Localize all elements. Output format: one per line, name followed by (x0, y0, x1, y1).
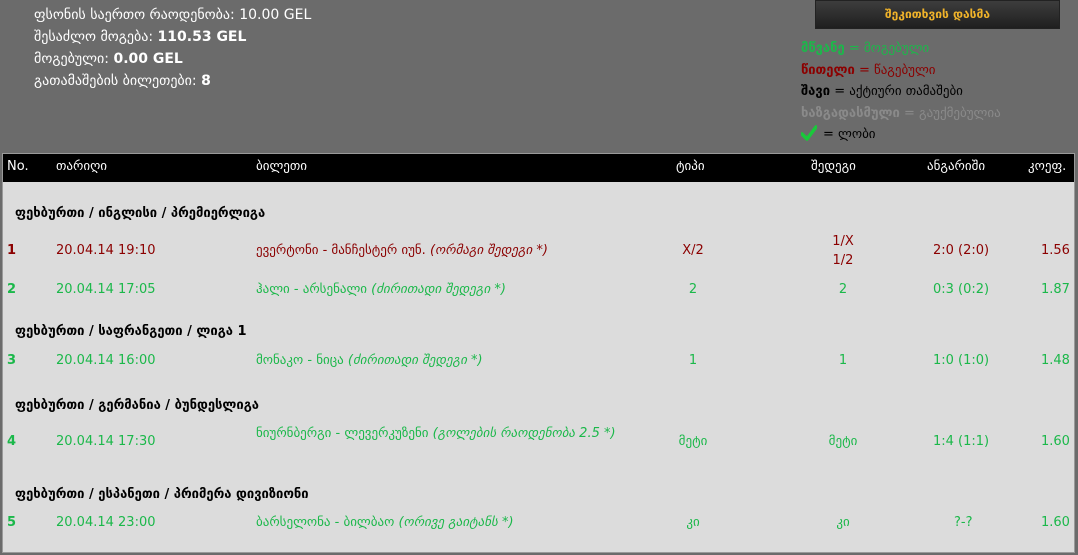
col-ticket: ბილეთი (256, 159, 308, 174)
row-date: 20.04.14 19:10 (56, 243, 156, 258)
row-type: 1 (688, 353, 698, 368)
status-legend: მწვანე = მოგებული წითელი = წაგებული შავი… (801, 38, 1001, 146)
row-number: 5 (7, 515, 17, 530)
row-result: 2 (838, 282, 848, 297)
tickets-played-label: გათამაშების ბილეთები: (34, 73, 197, 89)
row-score: 1:0 (1:0) (933, 353, 990, 368)
row-score: 0:3 (0:2) (933, 282, 990, 297)
checkmark-icon (801, 125, 817, 141)
legend-lobby: = ლობი (801, 124, 1001, 146)
legend-cancelled: ხაზგადასმული = გაუქმებულია (801, 103, 1001, 125)
legend-green-desc: = მოგებული (848, 41, 930, 56)
legend-black-word: შავი (801, 84, 831, 99)
row-odds: 1.87 (1041, 282, 1070, 297)
row-teams: ბარსელონა - ბილბაო (256, 515, 395, 530)
table-header: No. თარიღი ბილეთი ტიპი შედეგი ანგარიში კ… (3, 154, 1074, 182)
row-result: მეტი (828, 434, 858, 449)
total-stake-label: ფსონის საერთო რაოდენობა: (34, 7, 235, 23)
row-market: (გოლების რაოდენობა 2.5 *) (432, 426, 616, 441)
row-number: 2 (7, 282, 17, 297)
col-date: თარიღი (56, 159, 108, 174)
table-row[interactable]: 2 20.04.14 17:05 ჰალი - არსენალი (ძირითა… (3, 280, 1074, 300)
group-header: ფეხბურთი / ინგლისი / პრემიერლიგა (15, 206, 266, 221)
row-score: 2:0 (2:0) (933, 243, 990, 258)
legend-check-desc: = ლობი (823, 127, 876, 142)
group-header: ფეხბურთი / საფრანგეთი / ლიგა 1 (15, 324, 247, 339)
row-teams: ნიურნბერგი - ლევერკუზენი (256, 426, 429, 441)
row-market: (ძირითადი შედეგი *) (371, 282, 506, 297)
legend-lost: წითელი = წაგებული (801, 60, 1001, 82)
row-number: 3 (7, 353, 17, 368)
won-label: მოგებული: (34, 51, 109, 67)
row-type: მეტი (678, 434, 708, 449)
table-row[interactable]: 1 20.04.14 19:10 ევერტონი - მანჩესტერ იუ… (3, 234, 1074, 272)
legend-red-word: წითელი (801, 62, 855, 78)
won-value: 0.00 GEL (113, 51, 183, 67)
table-row[interactable]: 5 20.04.14 23:00 ბარსელონა - ბილბაო (ორი… (3, 513, 1074, 533)
bet-summary: ფსონის საერთო რაოდენობა: 10.00 GEL შესაძ… (34, 4, 311, 92)
row-type: კი (686, 515, 700, 530)
col-no: No. (7, 159, 29, 174)
row-date: 20.04.14 17:30 (56, 434, 156, 449)
ticket-table: No. თარიღი ბილეთი ტიპი შედეგი ანგარიში კ… (2, 153, 1075, 553)
tickets-played-row: გათამაშების ბილეთები: 8 (34, 70, 311, 92)
group-header: ფეხბურთი / გერმანია / ბუნდესლიგა (15, 398, 260, 413)
total-stake-value: 10.00 GEL (239, 7, 312, 23)
row-date: 20.04.14 23:00 (56, 515, 156, 530)
row-teams: ჰალი - არსენალი (256, 282, 368, 297)
row-result-line-2: 1/2 (832, 253, 854, 268)
row-odds: 1.56 (1041, 243, 1070, 258)
possible-win-value: 110.53 GEL (157, 29, 247, 45)
row-odds: 1.48 (1041, 353, 1070, 368)
row-ticket[interactable]: ევერტონი - მანჩესტერ იუნ. (ორმაგი შედეგი… (256, 242, 626, 260)
legend-black-desc: = აქტიური თამაშები (834, 84, 963, 99)
row-ticket[interactable]: ბარსელონა - ბილბაო (ორივე გაიტანს *) (256, 514, 626, 532)
group-header: ფეხბურთი / ესპანეთი / პრიმერა დივიზიონი (15, 487, 309, 502)
row-result: კი (836, 515, 850, 530)
won-row: მოგებული: 0.00 GEL (34, 48, 311, 70)
legend-won: მწვანე = მოგებული (801, 38, 1001, 60)
legend-grey-word: ხაზგადასმული (801, 105, 900, 121)
possible-win-label: შესაძლო მოგება: (34, 29, 154, 45)
row-date: 20.04.14 17:05 (56, 282, 156, 297)
col-type: ტიპი (676, 159, 705, 174)
legend-active: შავი = აქტიური თამაშები (801, 81, 1001, 103)
row-market: (ორმაგი შედეგი *) (429, 243, 548, 258)
row-type: 2 (688, 282, 698, 297)
row-score: ?-? (954, 515, 973, 530)
row-market: (ძირითადი შედეგი *) (347, 353, 483, 368)
col-odds: კოეფ. (1028, 159, 1067, 174)
legend-grey-desc: = გაუქმებულია (903, 105, 1001, 121)
row-teams: ევერტონი - მანჩესტერ იუნ. (256, 243, 426, 258)
col-result: შედეგი (811, 159, 856, 174)
row-teams: მონაკო - ნიცა (256, 353, 344, 368)
table-row[interactable]: 4 20.04.14 17:30 ნიურნბერგი - ლევერკუზენ… (3, 424, 1074, 462)
possible-win-row: შესაძლო მოგება: 110.53 GEL (34, 26, 311, 48)
row-result: 1 (838, 353, 848, 368)
row-odds: 1.60 (1041, 515, 1070, 530)
row-odds: 1.60 (1041, 434, 1070, 449)
ask-question-button[interactable]: შეკითხვის დასმა (815, 0, 1060, 29)
row-market: (ორივე გაიტანს *) (398, 515, 514, 530)
col-score: ანგარიში (927, 159, 986, 174)
legend-green-word: მწვანე (801, 41, 845, 56)
row-type: X/2 (682, 243, 704, 258)
row-score: 1:4 (1:1) (933, 434, 990, 449)
tickets-played-value: 8 (201, 73, 211, 89)
row-number: 4 (7, 434, 17, 449)
row-number: 1 (7, 243, 17, 258)
total-stake-row: ფსონის საერთო რაოდენობა: 10.00 GEL (34, 4, 311, 26)
row-ticket[interactable]: ჰალი - არსენალი (ძირითადი შედეგი *) (256, 281, 626, 299)
table-row[interactable]: 3 20.04.14 16:00 მონაკო - ნიცა (ძირითადი… (3, 351, 1074, 371)
row-ticket[interactable]: ნიურნბერგი - ლევერკუზენი (გოლების რაოდენ… (256, 425, 626, 443)
row-result-line-1: 1/X (832, 234, 854, 249)
row-ticket[interactable]: მონაკო - ნიცა (ძირითადი შედეგი *) (256, 352, 626, 370)
legend-red-desc: = წაგებული (858, 62, 936, 78)
row-date: 20.04.14 16:00 (56, 353, 156, 368)
